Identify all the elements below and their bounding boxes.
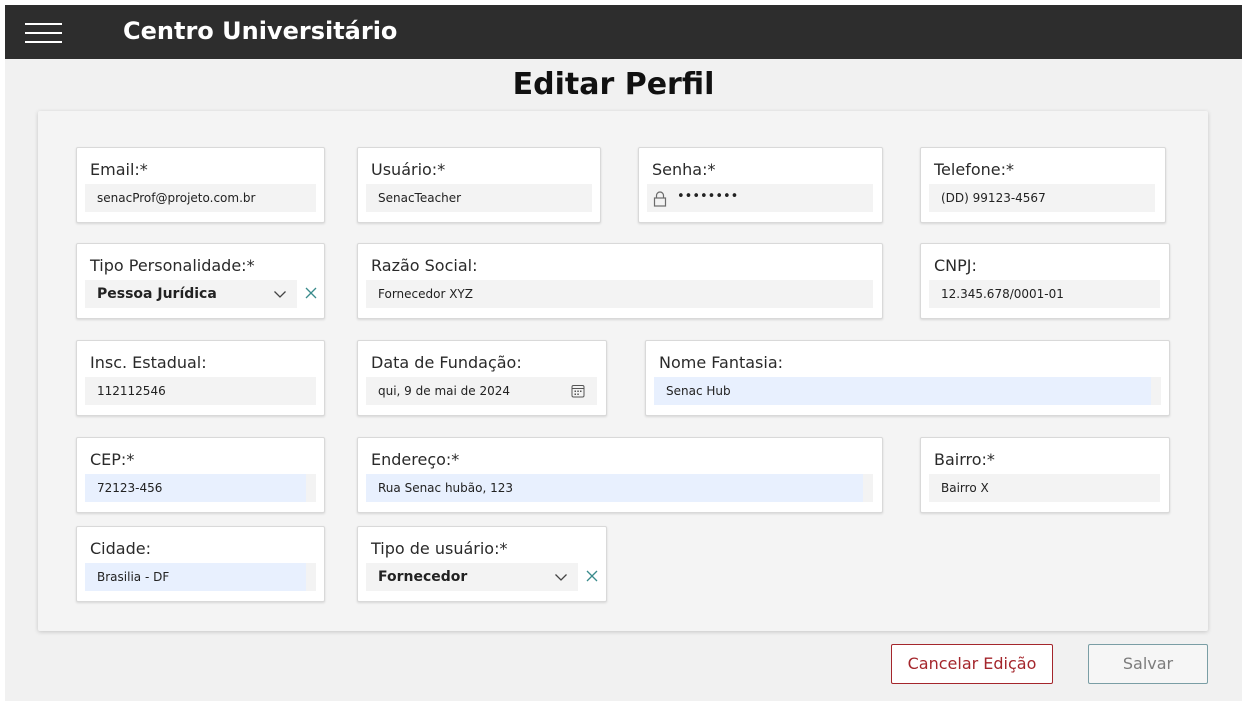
tipo-personalidade-dropdown[interactable]: Pessoa Jurídica (85, 280, 297, 308)
insc-estadual-value: 112112546 (97, 384, 166, 398)
usuario-field[interactable]: SenacTeacher (366, 184, 592, 212)
nome-fantasia-card: Nome Fantasia: Senac Hub (645, 340, 1170, 416)
endereco-field[interactable]: Rua Senac hubão, 123 (366, 474, 873, 502)
bairro-label: Bairro:* (934, 450, 995, 469)
tipo-usuario-value: Fornecedor (378, 569, 468, 585)
cnpj-field[interactable]: 12.345.678/0001-01 (929, 280, 1160, 308)
insc-estadual-card: Insc. Estadual: 112112546 (76, 340, 325, 416)
cidade-label: Cidade: (90, 539, 151, 558)
cep-label: CEP:* (90, 450, 135, 469)
app-frame: Centro Universitário Editar Perfil Email… (5, 5, 1242, 701)
insc-estadual-field[interactable]: 112112546 (85, 377, 316, 405)
bairro-value: Bairro X (941, 481, 989, 495)
chevron-down-icon (555, 574, 567, 581)
data-fundacao-field[interactable]: qui, 9 de mai de 2024 (366, 377, 597, 405)
cidade-card: Cidade: Brasilia - DF (76, 526, 325, 602)
calendar-icon[interactable] (571, 384, 585, 398)
data-fundacao-value: qui, 9 de mai de 2024 (378, 384, 510, 398)
tipo-usuario-dropdown[interactable]: Fornecedor (366, 563, 578, 591)
email-value: senacProf@projeto.com.br (97, 191, 256, 205)
usuario-value: SenacTeacher (378, 191, 462, 205)
tipo-personalidade-label: Tipo Personalidade:* (90, 256, 255, 275)
usuario-card: Usuário:* SenacTeacher (357, 147, 601, 223)
bairro-card: Bairro:* Bairro X (920, 437, 1170, 513)
razao-social-label: Razão Social: (371, 256, 478, 275)
top-bar: Centro Universitário (5, 5, 1242, 59)
cidade-value: Brasilia - DF (97, 570, 170, 584)
cancel-edit-button[interactable]: Cancelar Edição (891, 644, 1053, 684)
razao-social-field[interactable]: Fornecedor XYZ (366, 280, 873, 308)
razao-social-card: Razão Social: Fornecedor XYZ (357, 243, 883, 319)
email-label: Email:* (90, 160, 148, 179)
save-button[interactable]: Salvar (1088, 644, 1208, 684)
cep-field[interactable]: 72123-456 (85, 474, 316, 502)
nome-fantasia-value: Senac Hub (666, 384, 731, 398)
senha-label: Senha:* (652, 160, 716, 179)
cep-value: 72123-456 (97, 481, 163, 495)
telefone-field[interactable]: (DD) 99123-4567 (929, 184, 1155, 212)
senha-card: Senha:* •••••••• (638, 147, 883, 223)
nome-fantasia-label: Nome Fantasia: (659, 353, 784, 372)
close-icon[interactable] (585, 569, 599, 583)
endereco-card: Endereço:* Rua Senac hubão, 123 (357, 437, 883, 513)
profile-form-panel: Email:* senacProf@projeto.com.br Usuário… (38, 111, 1208, 631)
email-field[interactable]: senacProf@projeto.com.br (85, 184, 316, 212)
tipo-usuario-label: Tipo de usuário:* (371, 539, 508, 558)
data-fundacao-label: Data de Fundação: (371, 353, 522, 372)
senha-field[interactable]: •••••••• (647, 184, 873, 212)
telefone-label: Telefone:* (934, 160, 1014, 179)
cnpj-value: 12.345.678/0001-01 (941, 287, 1064, 301)
data-fundacao-card: Data de Fundação: qui, 9 de mai de 2024 (357, 340, 607, 416)
chevron-down-icon (274, 291, 286, 298)
tipo-usuario-card: Tipo de usuário:* Fornecedor (357, 526, 607, 602)
telefone-card: Telefone:* (DD) 99123-4567 (920, 147, 1166, 223)
insc-estadual-label: Insc. Estadual: (90, 353, 207, 372)
cidade-field[interactable]: Brasilia - DF (85, 563, 316, 591)
usuario-label: Usuário:* (371, 160, 446, 179)
email-card: Email:* senacProf@projeto.com.br (76, 147, 325, 223)
tipo-personalidade-value: Pessoa Jurídica (97, 286, 217, 302)
page-title: Editar Perfil (512, 67, 715, 102)
app-title: Centro Universitário (123, 17, 398, 45)
tipo-personalidade-card: Tipo Personalidade:* Pessoa Jurídica (76, 243, 325, 319)
razao-social-value: Fornecedor XYZ (378, 287, 473, 301)
hamburger-menu-icon[interactable] (25, 22, 62, 44)
endereco-label: Endereço:* (371, 450, 460, 469)
telefone-value: (DD) 99123-4567 (941, 191, 1046, 205)
bairro-field[interactable]: Bairro X (929, 474, 1160, 502)
cnpj-card: CNPJ: 12.345.678/0001-01 (920, 243, 1170, 319)
lock-icon (653, 191, 667, 207)
cnpj-label: CNPJ: (934, 256, 977, 275)
nome-fantasia-field[interactable]: Senac Hub (654, 377, 1161, 405)
endereco-value: Rua Senac hubão, 123 (378, 481, 513, 495)
close-icon[interactable] (304, 286, 318, 300)
senha-value: •••••••• (677, 189, 739, 204)
cep-card: CEP:* 72123-456 (76, 437, 325, 513)
